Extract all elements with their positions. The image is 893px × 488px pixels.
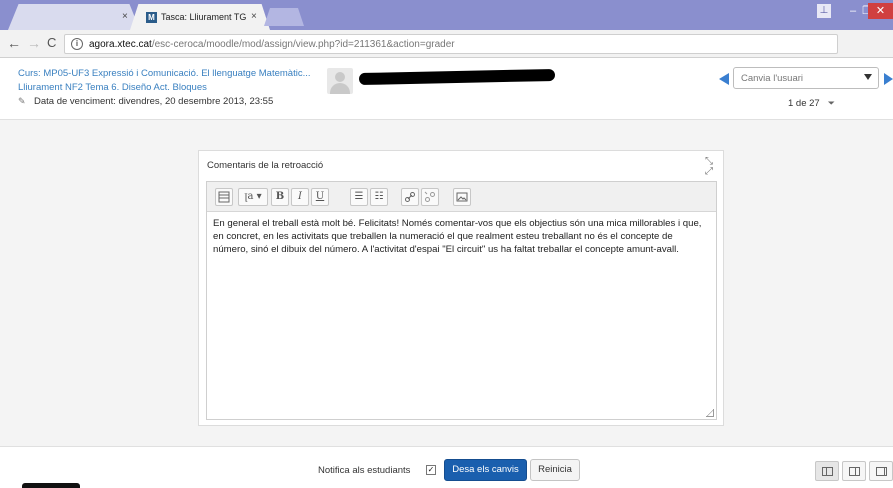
image-icon	[456, 192, 468, 202]
logo	[22, 483, 80, 488]
italic-button[interactable]: I	[291, 188, 309, 206]
grader-footer: Notifica als estudiants ✓ Desa els canvi…	[0, 446, 893, 488]
browser-tab-active[interactable]: M Tasca: Lliurament TG1-T ×	[130, 4, 270, 30]
link-icon	[405, 192, 415, 202]
underline-button[interactable]: U	[311, 188, 329, 206]
editor-toolbar: ꞁa ▾ B I U ☰ ☷	[207, 182, 716, 212]
back-arrow-icon[interactable]: ←	[7, 36, 21, 50]
tab-close-icon[interactable]: ×	[251, 11, 257, 22]
profile-icon[interactable]: ⊥	[817, 4, 831, 18]
layout-collapse-review-button[interactable]	[815, 461, 839, 481]
layout-collapse-grade-button[interactable]	[869, 461, 893, 481]
layout-default-button[interactable]	[842, 461, 866, 481]
grader-main: Comentaris de la retroacció ⤡ ⤢ ꞁa ▾ B I …	[0, 120, 893, 446]
previous-user-arrow-icon[interactable]	[719, 73, 729, 85]
ordered-list-button[interactable]: ☷	[370, 188, 388, 206]
save-changes-button[interactable]: Desa els canvis	[444, 459, 527, 481]
resize-handle-icon[interactable]	[706, 409, 714, 417]
toolbar-toggle-icon	[218, 191, 230, 203]
notify-students-checkbox[interactable]: ✓	[426, 465, 436, 475]
user-counter: 1 de 27 ⏷	[788, 98, 835, 109]
bold-button[interactable]: B	[271, 188, 289, 206]
tab-title: Tasca: Lliurament TG1-T	[161, 12, 247, 22]
panel-title: Comentaris de la retroacció	[207, 160, 324, 171]
assignment-link[interactable]: Lliurament NF2 Tema 6. Diseño Act. Bloqu…	[18, 82, 207, 93]
forward-arrow-icon[interactable]: →	[27, 36, 41, 50]
grader-header: Curs: MP05-UF3 Expressió i Comunicació. …	[0, 58, 893, 120]
reload-icon[interactable]: C	[47, 36, 56, 50]
address-bar[interactable]: i agora.xtec.cat/esc-ceroca/moodle/mod/a…	[64, 34, 838, 54]
insert-image-button[interactable]	[453, 188, 471, 206]
avatar	[327, 68, 353, 94]
info-icon[interactable]: i	[71, 38, 83, 50]
course-link[interactable]: Curs: MP05-UF3 Expressió i Comunicació. …	[18, 68, 311, 79]
feedback-text[interactable]: En general el treball està molt bé. Feli…	[213, 217, 710, 256]
pencil-icon: ✎	[18, 96, 26, 106]
unlink-icon	[424, 191, 435, 202]
change-user-select[interactable]: Canvia l'usuari	[733, 67, 879, 89]
paragraph-style-button[interactable]: ꞁa ▾	[238, 188, 268, 206]
unlink-button[interactable]	[421, 188, 439, 206]
user-select-placeholder: Canvia l'usuari	[741, 73, 804, 84]
url-path: /esc-ceroca/moodle/mod/assign/view.php?i…	[151, 39, 455, 50]
browser-toolbar: ← → C i agora.xtec.cat/esc-ceroca/moodle…	[0, 30, 893, 58]
link-button[interactable]	[401, 188, 419, 206]
close-window-button[interactable]: ✕	[868, 3, 893, 19]
due-date: ✎ Data de venciment: divendres, 20 desemb…	[18, 96, 273, 107]
tab-close-icon[interactable]: ×	[122, 11, 128, 22]
new-tab-button[interactable]	[264, 8, 304, 26]
feedback-editor[interactable]: ꞁa ▾ B I U ☰ ☷ En general el treball est…	[206, 181, 717, 420]
filter-icon[interactable]: ⏷	[828, 98, 835, 109]
redacted-user-name	[358, 68, 556, 86]
next-user-arrow-icon[interactable]	[884, 73, 893, 85]
url-host: agora.xtec.cat	[89, 39, 152, 50]
due-date-text: Data de venciment: divendres, 20 desembr…	[34, 96, 274, 107]
browser-titlebar: × M Tasca: Lliurament TG1-T × ⊥ – ❐ ✕	[0, 0, 893, 30]
chevron-down-icon	[864, 74, 872, 80]
user-counter-text: 1 de 27	[788, 98, 820, 109]
unordered-list-button[interactable]: ☰	[350, 188, 368, 206]
expand-icon[interactable]: ⤡ ⤢	[705, 157, 713, 177]
toolbar-toggle-button[interactable]	[215, 188, 233, 206]
browser-tab-previous[interactable]: ×	[8, 4, 140, 30]
notify-students-label: Notifica als estudiants	[318, 465, 411, 476]
reset-button[interactable]: Reinicia	[530, 459, 580, 481]
url-text: agora.xtec.cat/esc-ceroca/moodle/mod/ass…	[89, 39, 455, 50]
feedback-panel: Comentaris de la retroacció ⤡ ⤢ ꞁa ▾ B I …	[198, 150, 724, 426]
moodle-favicon-icon: M	[146, 12, 157, 23]
